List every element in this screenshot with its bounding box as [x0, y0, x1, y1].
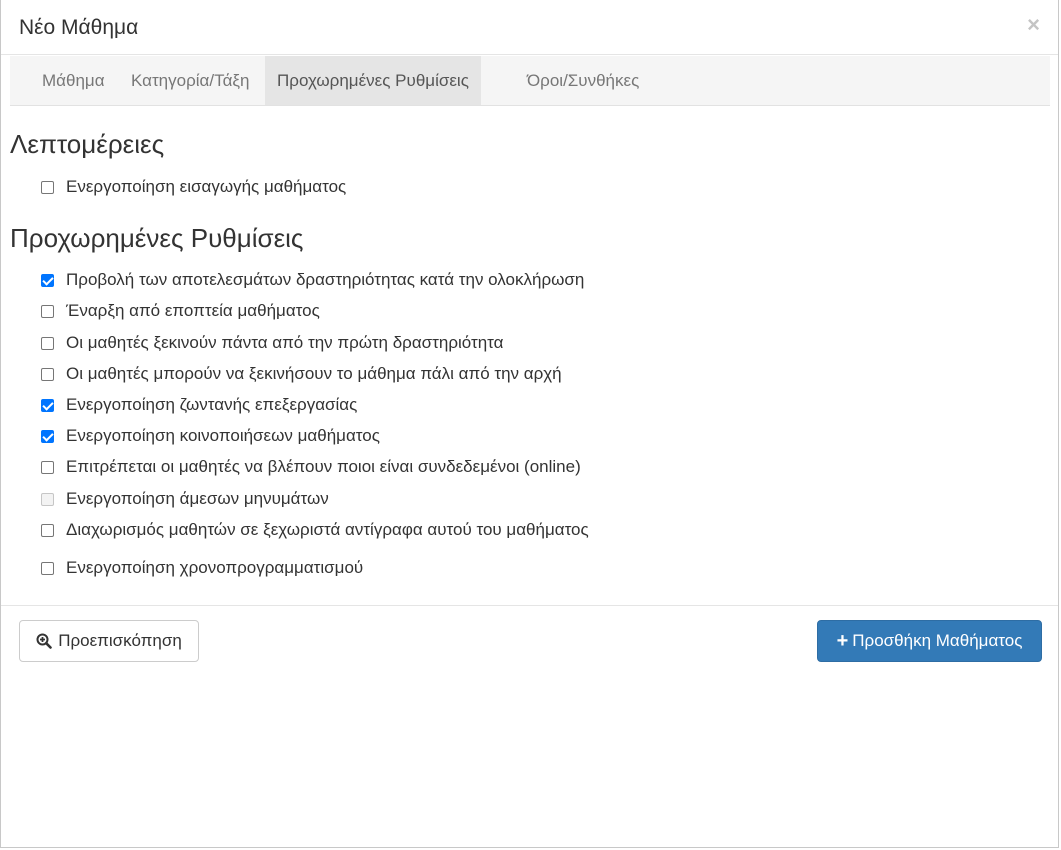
checkbox[interactable]	[41, 367, 54, 381]
checkbox[interactable]	[41, 561, 54, 575]
preview-button[interactable]: Προεπισκόπηση	[19, 620, 199, 662]
tab-advanced-settings[interactable]: Προχωρημένες Ρυθμίσεις	[265, 56, 481, 105]
checkbox[interactable]	[41, 304, 54, 318]
tab-course[interactable]: Μάθημα	[30, 56, 117, 105]
option-enable-course-import[interactable]: Ενεργοποίηση εισαγωγής μαθήματος	[41, 176, 346, 198]
checkbox[interactable]	[41, 523, 54, 537]
checkbox	[41, 492, 54, 506]
option-label: Οι μαθητές ξεκινούν πάντα από την πρώτη …	[66, 333, 504, 352]
option-live-editing[interactable]: Ενεργοποίηση ζωντανής επεξεργασίας	[41, 394, 357, 416]
option-label: Ενεργοποίηση χρονοπρογραμματισμού	[66, 558, 364, 577]
tab-terms-conditions[interactable]: Όροι/Συνθήκες	[515, 56, 651, 105]
checkbox[interactable]	[41, 460, 54, 474]
option-label: Ενεργοποίηση εισαγωγής μαθήματος	[66, 177, 347, 196]
option-label: Ενεργοποίηση κοινοποιήσεων μαθήματος	[66, 426, 380, 445]
close-icon[interactable]: ×	[1027, 12, 1040, 38]
option-show-activity-results[interactable]: Προβολή των αποτελεσμάτων δραστηριότητας…	[41, 269, 584, 291]
checkbox[interactable]	[41, 336, 54, 350]
option-course-notifications[interactable]: Ενεργοποίηση κοινοποιήσεων μαθήματος	[41, 425, 380, 447]
tab-bar: Μάθημα Κατηγορία/Τάξη Προχωρημένες Ρυθμί…	[10, 56, 1050, 106]
option-label: Ενεργοποίηση ζωντανής επεξεργασίας	[66, 395, 358, 414]
modal-footer: Προεπισκόπηση + Προσθήκη Μαθήματος	[1, 605, 1058, 686]
option-label: Προβολή των αποτελεσμάτων δραστηριότητας…	[66, 270, 585, 289]
add-course-button[interactable]: + Προσθήκη Μαθήματος	[817, 620, 1042, 662]
option-scheduling[interactable]: Ενεργοποίηση χρονοπρογραμματισμού	[41, 557, 363, 579]
tab-category-class[interactable]: Κατηγορία/Τάξη	[119, 56, 262, 105]
checkbox[interactable]	[41, 273, 54, 287]
checkbox[interactable]	[41, 180, 54, 194]
advanced-settings-heading: Προχωρημένες Ρυθμίσεις	[10, 223, 304, 253]
option-restart-course[interactable]: Οι μαθητές μπορούν να ξεκινήσουν το μάθη…	[41, 363, 562, 385]
option-label: Διαχωρισμός μαθητών σε ξεχωριστά αντίγρα…	[66, 520, 589, 539]
option-see-online-students[interactable]: Επιτρέπεται οι μαθητές να βλέπουν ποιοι …	[41, 456, 581, 478]
checkbox[interactable]	[41, 429, 54, 443]
zoom-in-icon	[36, 633, 52, 649]
option-always-start-first-activity[interactable]: Οι μαθητές ξεκινούν πάντα από την πρώτη …	[41, 332, 503, 354]
checkbox[interactable]	[41, 398, 54, 412]
preview-button-label: Προεπισκόπηση	[58, 631, 182, 650]
modal-header: Νέο Μάθημα ×	[1, 0, 1058, 55]
plus-icon: +	[836, 630, 849, 652]
add-course-button-label: Προσθήκη Μαθήματος	[852, 631, 1023, 650]
option-label: Έναρξη από εποπτεία μαθήματος	[66, 301, 320, 320]
modal-title: Νέο Μάθημα	[19, 16, 139, 39]
option-instant-messages: Ενεργοποίηση άμεσων μηνυμάτων	[41, 488, 329, 510]
option-label: Ενεργοποίηση άμεσων μηνυμάτων	[66, 489, 329, 508]
option-label: Οι μαθητές μπορούν να ξεκινήσουν το μάθη…	[66, 364, 562, 383]
details-heading: Λεπτομέρειες	[10, 129, 165, 159]
option-separate-student-copies[interactable]: Διαχωρισμός μαθητών σε ξεχωριστά αντίγρα…	[41, 519, 589, 541]
option-start-from-supervision[interactable]: Έναρξη από εποπτεία μαθήματος	[41, 300, 320, 322]
option-label: Επιτρέπεται οι μαθητές να βλέπουν ποιοι …	[66, 457, 581, 476]
new-course-modal: Νέο Μάθημα × Μάθημα Κατηγορία/Τάξη Προχω…	[0, 0, 1059, 848]
